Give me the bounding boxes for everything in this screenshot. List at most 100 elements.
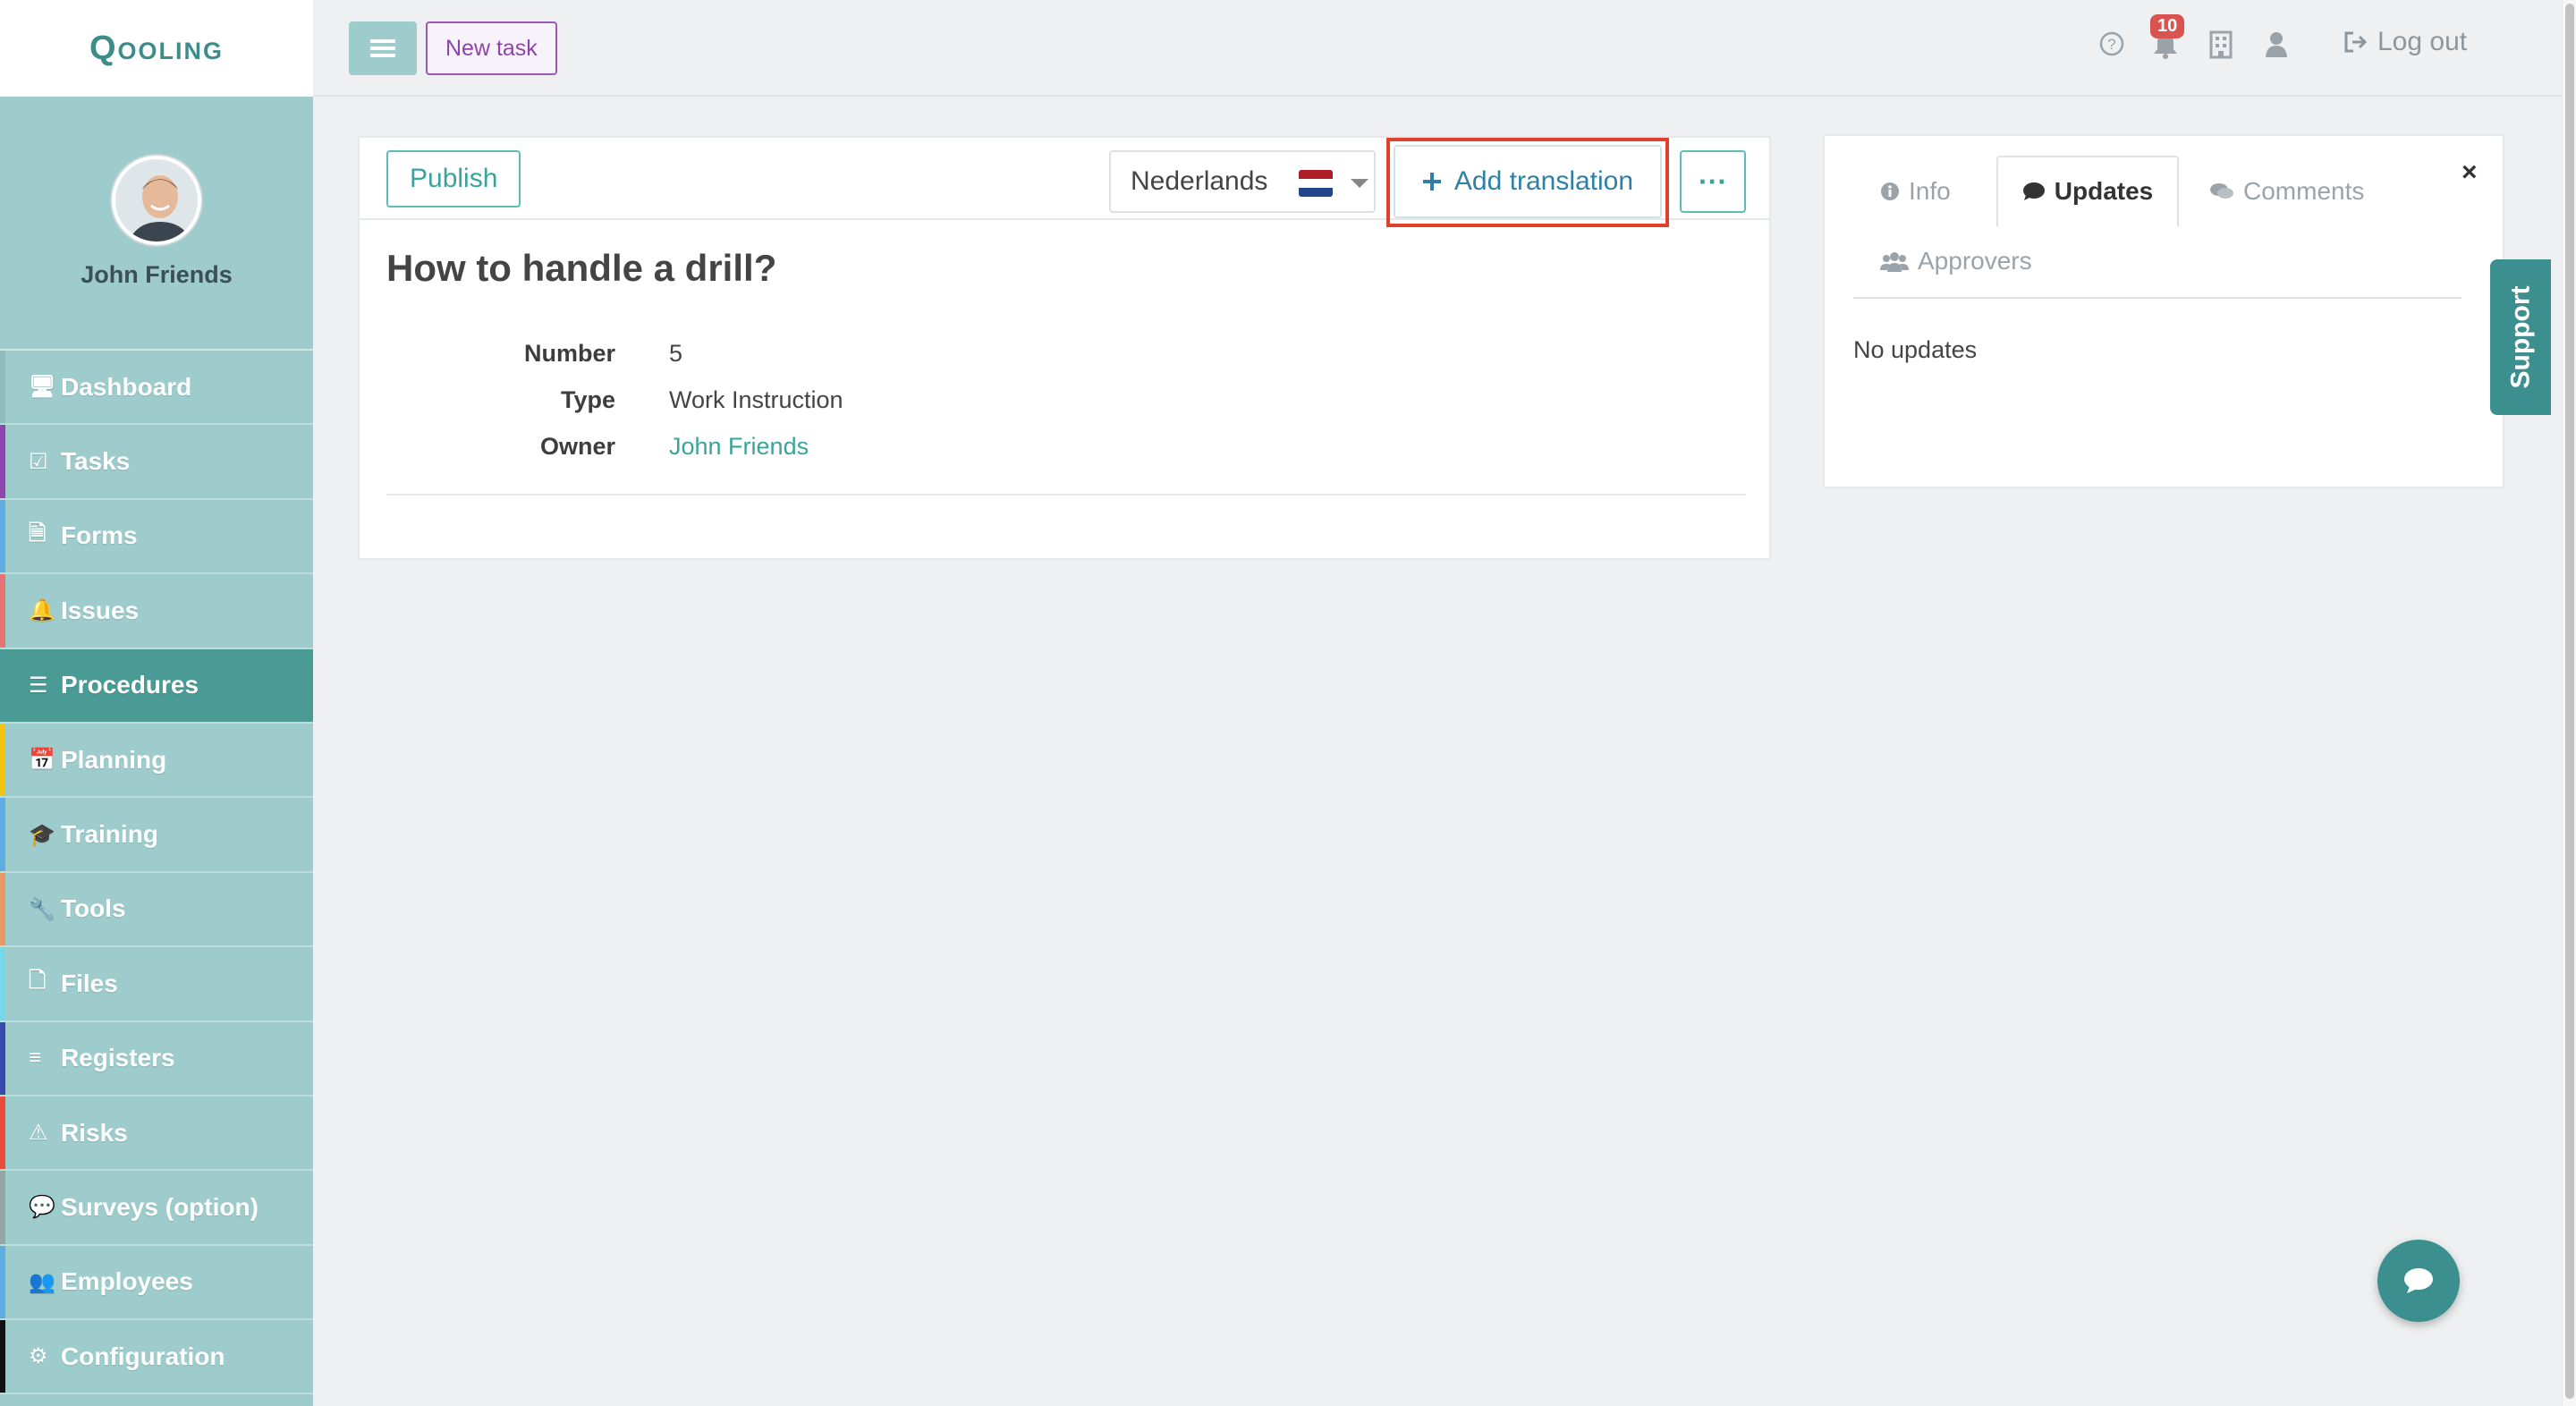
gear-icon: ⚙ xyxy=(29,1344,48,1369)
number-value: 5 xyxy=(669,340,683,367)
logout-icon xyxy=(2344,31,2368,53)
sidebar-item-dashboard[interactable]: 🖥 Dashboard xyxy=(0,351,313,426)
sidebar-item-label: Risks xyxy=(61,1118,128,1147)
avatar[interactable] xyxy=(112,156,201,245)
procedure-card: Publish Nederlands Add translation ··· H… xyxy=(358,136,1771,560)
help-icon[interactable]: ? xyxy=(2098,30,2125,64)
hamburger-icon xyxy=(370,39,395,57)
tab-label: Updates xyxy=(2054,177,2154,205)
sidebar-item-label: Configuration xyxy=(61,1342,225,1370)
sidebar-item-tasks[interactable]: ☑ Tasks xyxy=(0,425,313,500)
new-task-button[interactable]: New task xyxy=(426,21,557,75)
side-panel: Info Updates Comments Approvers No updat… xyxy=(1823,134,2504,488)
sidebar-item-label: Training xyxy=(61,820,158,849)
sidebar-item-label: Tasks xyxy=(61,447,131,476)
procedures-icon: ☰ xyxy=(29,673,48,698)
tab-label: Info xyxy=(1909,177,1951,205)
user-profile: John Friends xyxy=(0,97,313,349)
nav-color-bar xyxy=(0,947,5,1021)
tabs-divider xyxy=(1853,297,2462,299)
owner-label: Owner xyxy=(539,433,615,460)
user-name: John Friends xyxy=(80,261,233,288)
add-translation-label: Add translation xyxy=(1453,166,1634,196)
empty-state-text: No updates xyxy=(1853,336,1978,363)
sidebar-item-label: Tools xyxy=(61,894,126,923)
publish-button[interactable]: Publish xyxy=(386,150,521,208)
tab-info[interactable]: Info xyxy=(1880,177,1951,206)
tab-approvers[interactable]: Approvers xyxy=(1880,247,2032,275)
logout-button[interactable]: Log out xyxy=(2343,27,2467,57)
page-scrollbar[interactable] xyxy=(2562,0,2576,1406)
svg-text:?: ? xyxy=(2107,36,2115,53)
sidebar-item-procedures[interactable]: ☰ Procedures xyxy=(0,648,313,724)
sidebar-item-label: Forms xyxy=(61,521,138,550)
more-options-button[interactable]: ··· xyxy=(1680,150,1746,213)
sidebar-item-forms[interactable]: 🗎 Forms xyxy=(0,499,313,575)
detail-row-owner: Owner John Friends xyxy=(386,433,809,461)
logout-label: Log out xyxy=(2377,27,2468,56)
number-label: Number xyxy=(523,340,615,367)
type-label: Type xyxy=(560,386,615,413)
tab-updates[interactable]: Updates xyxy=(1996,156,2179,227)
sidebar-item-label: Registers xyxy=(61,1044,175,1072)
nav-color-bar xyxy=(0,1171,5,1244)
building-icon[interactable] xyxy=(2209,30,2233,65)
nav-color-bar xyxy=(0,574,5,648)
file-icon: 🗋 xyxy=(29,969,47,994)
sidebar-item-label: Planning xyxy=(61,745,167,774)
nav-color-bar xyxy=(0,1096,5,1170)
nav-color-bar xyxy=(0,648,5,722)
sidebar-item-files[interactable]: 🗋 Files xyxy=(0,947,313,1022)
sidebar-item-label: Issues xyxy=(61,596,140,624)
nav-color-bar xyxy=(0,798,5,871)
nav-color-bar xyxy=(0,1021,5,1095)
sidebar-item-surveys[interactable]: 💬 Surveys (option) xyxy=(0,1171,313,1246)
nav-color-bar xyxy=(0,723,5,797)
sidebar-item-label: Employees xyxy=(61,1267,193,1296)
calendar-icon: 📅 xyxy=(29,748,55,773)
sidebar-item-label: Surveys (option) xyxy=(61,1192,258,1221)
warning-icon: ⚠ xyxy=(29,1121,48,1146)
comment-icon xyxy=(2022,182,2045,200)
add-translation-button[interactable]: Add translation xyxy=(1394,145,1662,218)
bell-icon: 🔔 xyxy=(29,598,55,623)
sidebar-item-issues[interactable]: 🔔 Issues xyxy=(0,574,313,649)
sidebar-item-employees[interactable]: 👥 Employees xyxy=(0,1245,313,1321)
sidebar-item-tools[interactable]: 🔧 Tools xyxy=(0,872,313,948)
sidebar-nav: 🖥 Dashboard ☑ Tasks 🗎 Forms 🔔 Issues ☰ P… xyxy=(0,349,313,1395)
menu-toggle-button[interactable] xyxy=(349,21,417,75)
plus-icon xyxy=(1422,173,1441,191)
nav-color-bar xyxy=(0,1245,5,1319)
sidebar-item-risks[interactable]: ⚠ Risks xyxy=(0,1096,313,1172)
sidebar-item-label: Dashboard xyxy=(61,372,192,401)
sidebar-item-label: Files xyxy=(61,969,118,997)
owner-link[interactable]: John Friends xyxy=(669,433,809,461)
scrollbar-thumb[interactable] xyxy=(2565,4,2574,1399)
sidebar-item-planning[interactable]: 📅 Planning xyxy=(0,723,313,799)
close-panel-button[interactable]: × xyxy=(2462,157,2478,188)
speech-bubble-icon: 💬 xyxy=(29,1195,55,1220)
sidebar-item-training[interactable]: 🎓 Training xyxy=(0,798,313,873)
tab-comments[interactable]: Comments xyxy=(2209,177,2364,206)
comments-icon xyxy=(2210,183,2233,199)
app-logo[interactable]: Qooling xyxy=(0,0,313,97)
tab-label: Approvers xyxy=(1918,247,2032,275)
nav-color-bar xyxy=(0,425,5,498)
users-icon xyxy=(1880,252,1909,272)
checkbox-icon: ☑ xyxy=(29,449,48,474)
user-icon[interactable] xyxy=(2265,30,2288,64)
document-icon: 🗎 xyxy=(29,521,47,546)
language-select[interactable]: Nederlands xyxy=(1109,150,1376,213)
sidebar-item-label: Procedures xyxy=(61,671,199,699)
sidebar-item-registers[interactable]: ≡ Registers xyxy=(0,1021,313,1097)
nav-color-bar xyxy=(0,351,5,424)
users-icon: 👥 xyxy=(29,1269,55,1294)
language-select-value: Nederlands xyxy=(1131,166,1268,196)
sidebar: Qooling John Friends 🖥 Dashboard ☑ Tasks xyxy=(0,0,313,1406)
chat-button[interactable] xyxy=(2377,1240,2460,1322)
support-tab[interactable]: Support xyxy=(2490,259,2551,415)
graduation-cap-icon: 🎓 xyxy=(29,822,55,847)
sidebar-item-configuration[interactable]: ⚙ Configuration xyxy=(0,1320,313,1395)
top-bar: New task ? 10 Log out xyxy=(313,0,2562,97)
nav-color-bar xyxy=(0,499,5,573)
